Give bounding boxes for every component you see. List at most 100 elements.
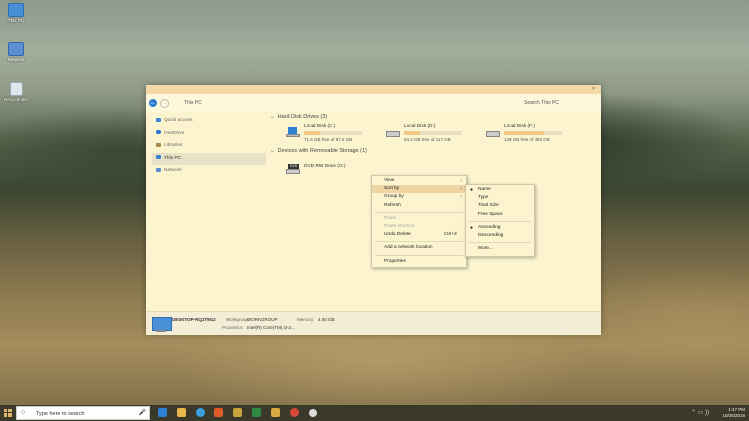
back-button[interactable]: ← xyxy=(149,99,157,107)
sidebar-item-label: Libraries xyxy=(164,143,183,148)
maps-icon[interactable] xyxy=(233,408,242,417)
workgroup-label: Workgroup: xyxy=(226,317,250,322)
recycle-bin-icon xyxy=(9,82,23,96)
menu-item-label: Paste xyxy=(384,215,397,221)
windows-drive-icon xyxy=(286,127,300,137)
desktop-icon-network[interactable]: Network xyxy=(2,42,30,62)
memory-value: 4.00 GB xyxy=(318,317,335,322)
sort-option-ascending[interactable]: ● Ascending xyxy=(466,224,534,232)
menu-item-add-network-location[interactable]: Add a network location xyxy=(372,244,466,252)
menu-item-shortcut: Ctrl+Z xyxy=(443,232,457,238)
clock-date: 10/26/2018 xyxy=(722,412,745,418)
desktop-icon-label: Recycle Bin xyxy=(4,97,28,102)
network-icon xyxy=(8,42,24,56)
clock[interactable]: 1:47 PM 10/26/2018 xyxy=(722,407,745,418)
brave-icon[interactable] xyxy=(214,408,223,417)
sidebar-item-this-pc[interactable]: This PC xyxy=(152,152,266,165)
menu-item-label: Properties xyxy=(384,258,406,264)
workgroup-value: WORKGROUP xyxy=(247,317,278,322)
menu-item-label: Sort by xyxy=(384,186,400,192)
desktop-icon-label: Network xyxy=(7,57,25,62)
desktop-icon-label: This PC xyxy=(7,18,24,23)
menu-item-view[interactable]: View › xyxy=(372,177,466,185)
chevron-right-icon: › xyxy=(460,186,462,193)
drive-usage-fill xyxy=(404,131,421,135)
drive-free-space: 84.2 GB free of 117 GB xyxy=(404,137,451,142)
menu-item-properties[interactable]: Properties xyxy=(372,258,466,266)
close-icon[interactable]: × xyxy=(592,86,595,92)
context-menu: View › Sort by › Group by › Refresh Paste P… xyxy=(371,175,467,268)
computer-name: DESKTOP-RQJT9G2 xyxy=(172,317,216,322)
chevron-right-icon: › xyxy=(460,194,462,201)
menu-item-label: Ascending xyxy=(478,224,501,230)
drive-c[interactable]: Local Disk (C:) 71.6 GB free of 97.6 GB xyxy=(286,124,376,146)
menu-item-refresh[interactable]: Refresh xyxy=(372,202,466,210)
telegram-icon[interactable] xyxy=(196,408,205,417)
computer-stand xyxy=(156,330,166,332)
sort-option-total-size[interactable]: Total Size xyxy=(466,202,534,210)
menu-item-label: Type xyxy=(478,195,489,201)
sidebar-item-quick-access[interactable]: Quick access xyxy=(152,115,266,128)
chevron-down-icon: ⌄ xyxy=(270,114,275,120)
drive-d[interactable]: Local Disk (D:) 84.2 GB free of 117 GB xyxy=(386,124,476,146)
menu-item-sort-by[interactable]: Sort by › xyxy=(372,185,466,194)
dvd-drive-icon: DVD xyxy=(286,164,300,174)
sort-option-descending[interactable]: Descending xyxy=(466,232,534,240)
menu-item-group-by[interactable]: Group by › xyxy=(372,193,466,201)
sidebar-item-onedrive[interactable]: OneDrive xyxy=(152,128,266,141)
section-title: Devices with Removable Storage (1) xyxy=(277,148,367,154)
address-path[interactable]: This PC xyxy=(184,100,202,106)
sort-option-type[interactable]: Type xyxy=(466,194,534,202)
computer-icon xyxy=(8,3,24,17)
start-button[interactable] xyxy=(4,409,12,417)
menu-separator xyxy=(375,254,463,256)
sidebar-item-libraries[interactable]: Libraries xyxy=(152,140,266,153)
menu-separator xyxy=(469,242,531,244)
taskbar-search-input[interactable]: ○ Type here to search 🎤 xyxy=(16,406,150,420)
sort-option-free-space[interactable]: Free Space xyxy=(466,211,534,219)
microphone-icon[interactable]: 🎤 xyxy=(139,409,146,416)
section-header-removable-storage[interactable]: ⌄ Devices with Removable Storage (1) xyxy=(270,148,367,154)
library-icon xyxy=(156,142,161,147)
sidebar-item-label: Quick access xyxy=(164,118,193,123)
menu-item-label: Undo Delete xyxy=(384,232,411,238)
file-explorer-icon[interactable] xyxy=(177,408,186,417)
settings-icon[interactable] xyxy=(309,409,317,417)
forward-button[interactable]: → xyxy=(160,99,169,108)
address-bar: ← → This PC Search This PC xyxy=(146,94,601,112)
chrome-icon[interactable] xyxy=(290,408,299,417)
menu-item-label: Descending xyxy=(478,232,504,238)
menu-item-label: Group by xyxy=(384,194,404,200)
computer-icon xyxy=(152,317,172,331)
section-header-hard-disk-drives[interactable]: ⌄ Hard Disk Drives (3) xyxy=(270,114,327,120)
drive-usage-bar xyxy=(304,131,362,135)
system-tray-icons[interactable]: ⌃ ▭ )) xyxy=(691,409,709,416)
search-icon: ○ xyxy=(21,409,26,416)
menu-item-label: View xyxy=(384,178,395,183)
sort-option-name[interactable]: ● Name xyxy=(466,186,534,194)
details-pane: DESKTOP-RQJT9G2 Workgroup: WORKGROUP Mem… xyxy=(146,311,601,335)
edge-icon[interactable] xyxy=(158,408,167,417)
folder-icon[interactable] xyxy=(271,408,280,417)
menu-item-paste: Paste xyxy=(372,215,466,223)
drive-icon xyxy=(486,127,500,137)
menu-item-undo-delete[interactable]: Undo Delete Ctrl+Z xyxy=(372,231,466,239)
menu-item-label: Refresh xyxy=(384,202,401,208)
processor-value: Intel(R) Core(TM) i3-2... xyxy=(247,325,295,330)
title-bar[interactable]: × xyxy=(146,85,601,94)
drive-f[interactable]: Local Disk (F:) 149 GB free of 483 GB xyxy=(486,124,576,146)
menu-item-label: Total Size xyxy=(478,203,499,209)
desktop-icon-recycle-bin[interactable]: Recycle Bin xyxy=(2,82,30,102)
drive-name: Local Disk (F:) xyxy=(504,124,535,129)
desktop-icon-this-pc[interactable]: This PC xyxy=(2,3,30,23)
sidebar-item-label: Network xyxy=(164,168,182,173)
excel-icon[interactable] xyxy=(252,408,261,417)
drive-name: Local Disk (D:) xyxy=(404,124,436,129)
navigation-pane: Quick access OneDrive Libraries This PC … xyxy=(152,115,266,178)
sort-option-more[interactable]: More... xyxy=(466,245,534,253)
drive-usage-fill xyxy=(304,131,320,135)
search-input[interactable]: Search This PC xyxy=(524,100,559,106)
drive-name: Local Disk (C:) xyxy=(304,124,336,129)
menu-separator xyxy=(375,211,463,213)
sidebar-item-network[interactable]: Network xyxy=(152,165,266,178)
